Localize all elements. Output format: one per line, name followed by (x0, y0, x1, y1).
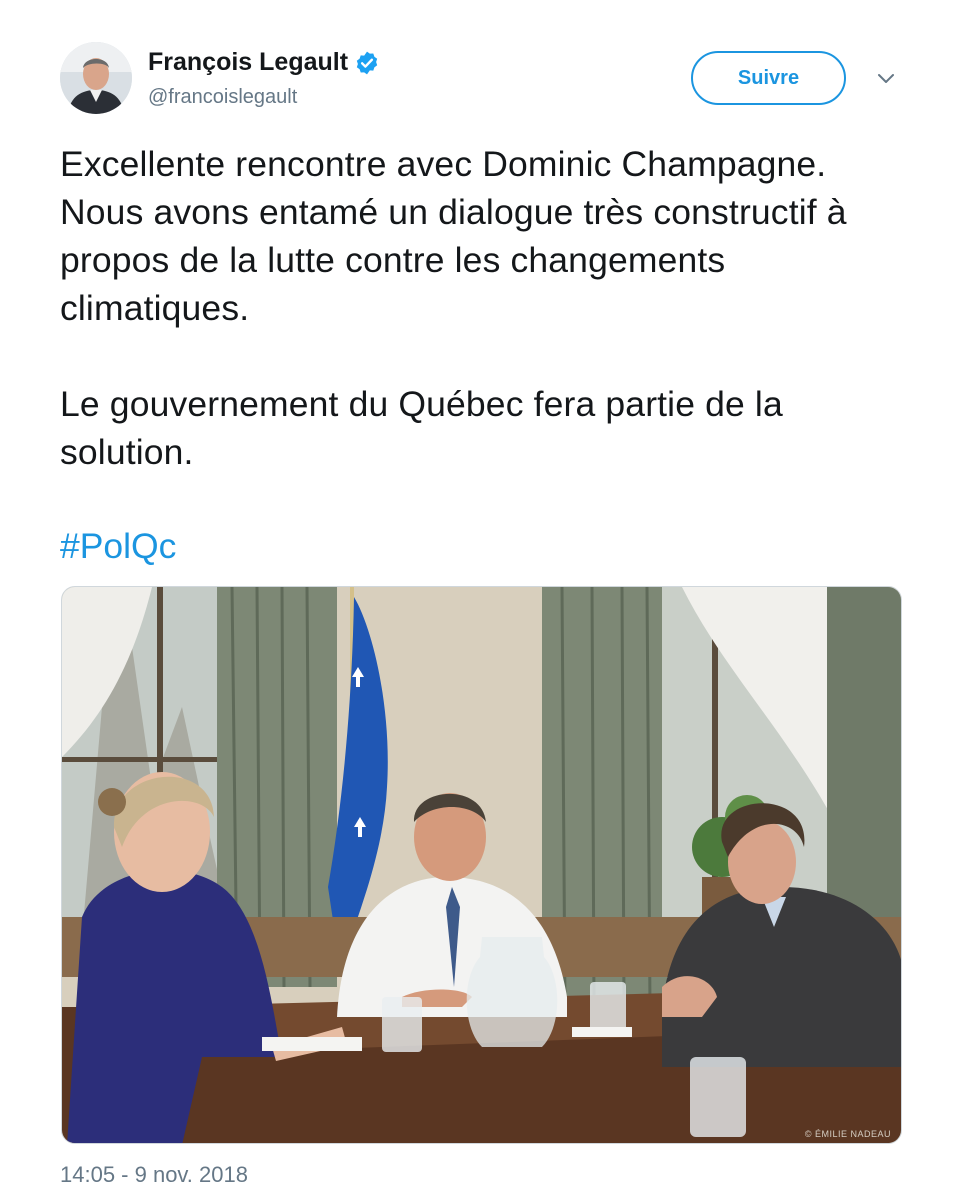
avatar[interactable] (60, 42, 132, 114)
meeting-photo (62, 587, 901, 1143)
tweet-paragraph: Excellente rencontre avec Dominic Champa… (60, 144, 847, 328)
tweet-paragraph: Le gouvernement du Québec fera partie de… (60, 384, 783, 472)
hashtag-line: #PolQc (60, 522, 176, 570)
chevron-down-icon[interactable] (874, 70, 898, 88)
verified-badge-icon (356, 51, 378, 74)
tweet-photo[interactable]: © ÉMILIE NADEAU (61, 586, 902, 1144)
photo-credit: © ÉMILIE NADEAU (804, 1129, 891, 1139)
author-handle[interactable]: @francoislegault (148, 86, 297, 109)
follow-button[interactable]: Suivre (691, 51, 846, 105)
author-name[interactable]: François Legault (148, 48, 348, 77)
tweet-header: François Legault @francoislegault Suivre (60, 42, 910, 122)
author-name-row: François Legault (148, 48, 380, 77)
avatar-image (60, 42, 132, 114)
hashtag-link[interactable]: #PolQc (60, 526, 176, 566)
tweet-text: Excellente rencontre avec Dominic Champa… (60, 140, 910, 476)
tweet-timestamp[interactable]: 14:05 - 9 nov. 2018 (60, 1162, 248, 1188)
